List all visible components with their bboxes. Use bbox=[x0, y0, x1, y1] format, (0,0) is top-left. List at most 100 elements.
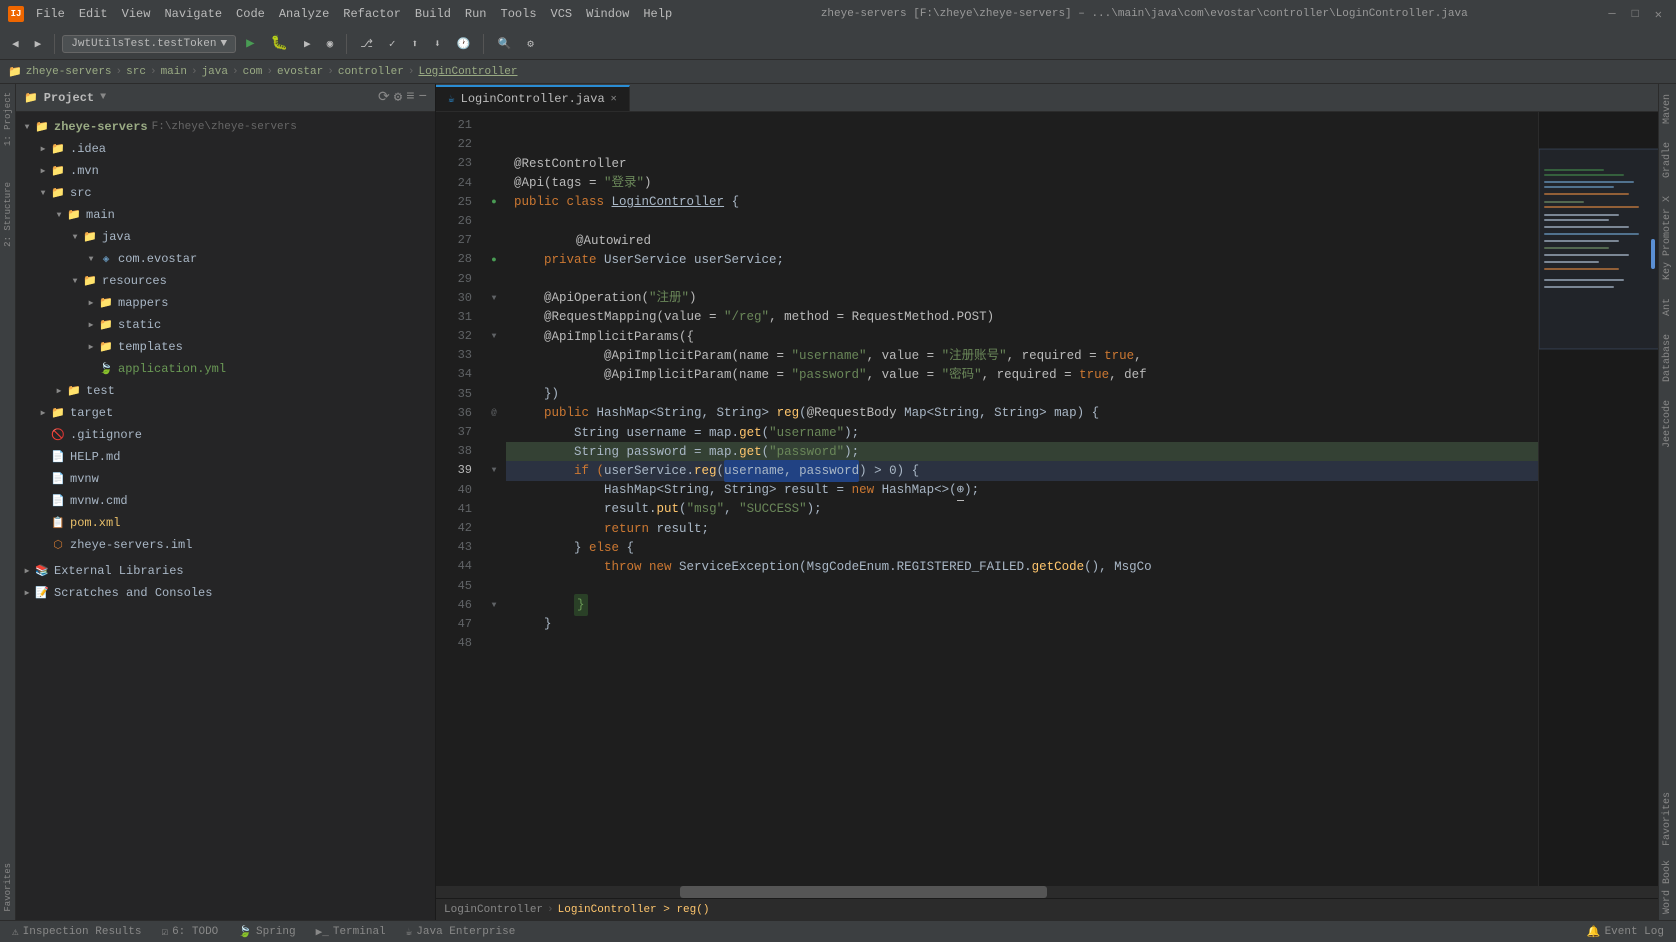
menu-navigate[interactable]: Navigate bbox=[158, 5, 228, 23]
push-button[interactable]: ⬆ bbox=[406, 35, 425, 53]
gutter-39-fold[interactable]: ▼ bbox=[492, 466, 497, 475]
menu-vcs[interactable]: VCS bbox=[545, 5, 579, 23]
right-tab-jeetcode[interactable]: Jeetcode bbox=[1660, 394, 1675, 454]
maximize-button[interactable]: □ bbox=[1626, 7, 1645, 22]
gutter-32-fold[interactable]: ▼ bbox=[492, 332, 497, 341]
right-tab-database[interactable]: Database bbox=[1660, 328, 1675, 388]
tab-close-button[interactable]: ✕ bbox=[611, 93, 617, 105]
bottom-tab-todo[interactable]: ☑ 6: TODO bbox=[157, 923, 222, 941]
scrollbar-thumb[interactable] bbox=[680, 886, 1047, 898]
menu-bar[interactable]: File Edit View Navigate Code Analyze Ref… bbox=[30, 5, 678, 23]
menu-file[interactable]: File bbox=[30, 5, 71, 23]
gutter-46-fold[interactable]: ▼ bbox=[492, 601, 497, 610]
link-hashmap[interactable]: ⊕ bbox=[957, 480, 965, 501]
right-tab-favorites[interactable]: Favorites bbox=[1660, 786, 1675, 852]
kw-private: private bbox=[514, 250, 604, 270]
minimize-button[interactable]: ─ bbox=[1602, 7, 1621, 22]
breadcrumb-src[interactable]: src bbox=[126, 66, 146, 78]
tree-mvnw-cmd[interactable]: ▶ 📄 mvnw.cmd bbox=[16, 490, 435, 512]
menu-tools[interactable]: Tools bbox=[495, 5, 543, 23]
tree-scratches[interactable]: ▶ 📝 Scratches and Consoles bbox=[16, 582, 435, 604]
search-button[interactable]: 🔍 bbox=[491, 35, 517, 53]
bottom-tab-inspection[interactable]: ⚠ Inspection Results bbox=[8, 923, 145, 941]
menu-analyze[interactable]: Analyze bbox=[273, 5, 335, 23]
right-tab-ant[interactable]: Ant bbox=[1660, 292, 1675, 322]
project-sync-icon[interactable]: ⟳ bbox=[378, 89, 390, 106]
project-dropdown-arrow[interactable]: ▼ bbox=[100, 92, 106, 103]
project-minimize-icon[interactable]: − bbox=[419, 89, 427, 106]
menu-view[interactable]: View bbox=[116, 5, 157, 23]
menu-run[interactable]: Run bbox=[459, 5, 493, 23]
bottom-tab-event-log[interactable]: 🔔 Event Log bbox=[1583, 923, 1668, 941]
tree-com-evostar[interactable]: ▼ ◈ com.evostar bbox=[16, 248, 435, 270]
tree-pom-xml[interactable]: ▶ 📋 pom.xml bbox=[16, 512, 435, 534]
bottom-tab-spring[interactable]: 🍃 Spring bbox=[234, 923, 299, 941]
right-tab-maven[interactable]: Maven bbox=[1660, 88, 1675, 130]
project-settings-icon[interactable]: ⚙ bbox=[394, 89, 402, 106]
update-button[interactable]: ⬇ bbox=[428, 35, 447, 53]
run-config-dropdown[interactable]: JwtUtilsTest.testToken ▼ bbox=[62, 35, 236, 53]
close-button[interactable]: ✕ bbox=[1649, 7, 1668, 22]
tree-templates[interactable]: ▶ 📁 templates bbox=[16, 336, 435, 358]
bottom-tab-terminal[interactable]: ▶_ Terminal bbox=[312, 923, 390, 941]
project-gear-icon[interactable]: ≡ bbox=[406, 89, 414, 106]
horizontal-scrollbar[interactable] bbox=[436, 886, 1658, 898]
tree-target[interactable]: ▶ 📁 target bbox=[16, 402, 435, 424]
code-content[interactable]: @RestController @Api(tags = "登录") public… bbox=[506, 112, 1538, 886]
breadcrumb-com[interactable]: com bbox=[243, 66, 263, 78]
editor-tab-logincontroller[interactable]: ☕ LoginController.java ✕ bbox=[436, 85, 630, 111]
menu-build[interactable]: Build bbox=[409, 5, 457, 23]
breadcrumb-evostar[interactable]: evostar bbox=[277, 66, 323, 78]
tree-gitignore[interactable]: ▶ 🚫 .gitignore bbox=[16, 424, 435, 446]
history-button[interactable]: 🕐 bbox=[451, 35, 477, 53]
tree-mappers[interactable]: ▶ 📁 mappers bbox=[16, 292, 435, 314]
tree-java[interactable]: ▼ 📁 java bbox=[16, 226, 435, 248]
profile-button[interactable]: ◉ bbox=[321, 35, 340, 53]
tree-mvn[interactable]: ▶ 📁 .mvn bbox=[16, 160, 435, 182]
right-tab-word-book[interactable]: Word Book bbox=[1660, 854, 1675, 920]
breadcrumb-classname[interactable]: LoginController bbox=[418, 66, 517, 78]
commit-button[interactable]: ✓ bbox=[383, 35, 402, 53]
run-button[interactable]: ▶ bbox=[240, 33, 260, 54]
tree-root[interactable]: ▼ 📁 zheye-servers F:\zheye\zheye-servers bbox=[16, 116, 435, 138]
tree-test[interactable]: ▶ 📁 test bbox=[16, 380, 435, 402]
tree-static[interactable]: ▶ 📁 static bbox=[16, 314, 435, 336]
side-project-label[interactable]: 1: Project bbox=[1, 84, 15, 154]
tree-external-libraries[interactable]: ▶ 📚 External Libraries bbox=[16, 560, 435, 582]
git-button[interactable]: ⎇ bbox=[354, 35, 379, 53]
tree-src[interactable]: ▼ 📁 src bbox=[16, 182, 435, 204]
tree-idea[interactable]: ▶ 📁 .idea bbox=[16, 138, 435, 160]
side-structure-label[interactable]: 2: Structure bbox=[1, 174, 15, 255]
menu-code[interactable]: Code bbox=[230, 5, 271, 23]
menu-window[interactable]: Window bbox=[580, 5, 635, 23]
else-open: } bbox=[514, 538, 589, 558]
toolbar-forward-button[interactable]: ▶ bbox=[29, 35, 48, 53]
tree-application-yml[interactable]: ▶ 🍃 application.yml bbox=[16, 358, 435, 380]
bottom-tab-java-enterprise[interactable]: ☕ Java Enterprise bbox=[402, 923, 520, 941]
editor-breadcrumb-method[interactable]: LoginController > reg() bbox=[558, 904, 710, 916]
menu-edit[interactable]: Edit bbox=[73, 5, 114, 23]
window-controls[interactable]: ─ □ ✕ bbox=[1602, 7, 1668, 22]
right-tab-gradle[interactable]: Gradle bbox=[1660, 136, 1675, 184]
settings-button[interactable]: ⚙ bbox=[521, 35, 540, 53]
toolbar-back-button[interactable]: ◀ bbox=[6, 35, 25, 53]
editor-breadcrumb-class[interactable]: LoginController bbox=[444, 904, 543, 916]
tree-iml[interactable]: ▶ ⬡ zheye-servers.iml bbox=[16, 534, 435, 556]
tree-help-md[interactable]: ▶ 📄 HELP.md bbox=[16, 446, 435, 468]
tree-mvnw[interactable]: ▶ 📄 mvnw bbox=[16, 468, 435, 490]
project-tree[interactable]: ▼ 📁 zheye-servers F:\zheye\zheye-servers… bbox=[16, 112, 435, 920]
menu-refactor[interactable]: Refactor bbox=[337, 5, 407, 23]
side-favorites-label[interactable]: Favorites bbox=[1, 855, 15, 920]
breadcrumb-controller[interactable]: controller bbox=[338, 66, 404, 78]
breadcrumb-main[interactable]: main bbox=[161, 66, 187, 78]
gutter-30-fold[interactable]: ▼ bbox=[492, 294, 497, 303]
tree-resources[interactable]: ▼ 📁 resources bbox=[16, 270, 435, 292]
minimap[interactable] bbox=[1538, 112, 1658, 886]
menu-help[interactable]: Help bbox=[637, 5, 678, 23]
breadcrumb-project[interactable]: zheye-servers bbox=[26, 66, 112, 78]
breadcrumb-java[interactable]: java bbox=[202, 66, 228, 78]
coverage-button[interactable]: ▶ bbox=[298, 35, 317, 53]
right-tab-key-promoter[interactable]: Key Promoter X bbox=[1660, 190, 1675, 286]
debug-button[interactable]: 🐛 bbox=[265, 33, 294, 54]
tree-main[interactable]: ▼ 📁 main bbox=[16, 204, 435, 226]
